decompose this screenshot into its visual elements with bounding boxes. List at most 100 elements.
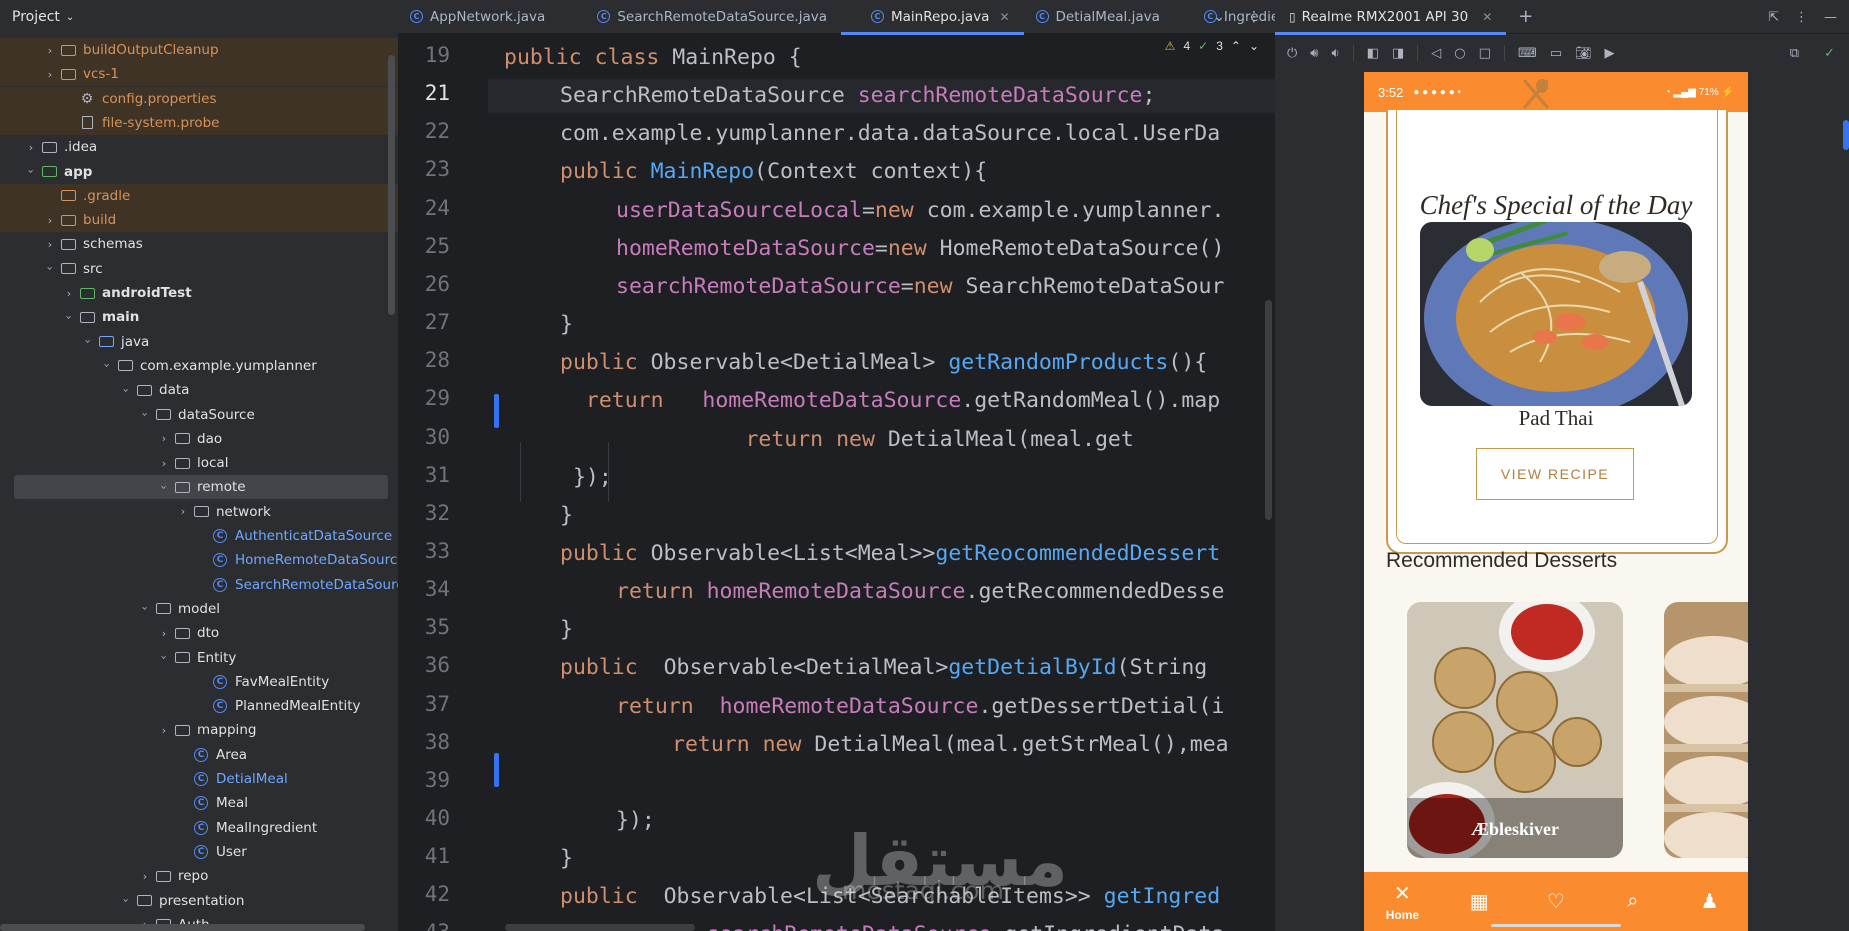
project-scrollbar[interactable] <box>388 55 395 315</box>
tree-item[interactable]: C PlannedMealEntity <box>0 694 398 718</box>
close-icon[interactable]: ✕ <box>1482 10 1492 24</box>
chevron-icon[interactable]: › <box>155 627 173 640</box>
home-icon[interactable]: ○ <box>1454 46 1465 61</box>
tree-item[interactable]: › app <box>0 160 398 184</box>
code-line[interactable]: public class MainRepo { <box>504 41 802 75</box>
tree-item[interactable]: › dao <box>0 427 398 451</box>
chevron-down-icon[interactable]: ⌄ <box>1249 39 1259 53</box>
code-line[interactable]: } <box>560 499 573 533</box>
chevron-icon[interactable]: › <box>155 724 173 737</box>
tree-item[interactable]: C Area <box>0 743 398 767</box>
tree-item[interactable]: C AuthenticatDataSource <box>0 524 398 548</box>
tree-item[interactable]: › .idea <box>0 135 398 159</box>
nav-search[interactable]: ⌕ <box>1594 890 1671 913</box>
screenshot-icon[interactable]: 📷︎ <box>1575 46 1592 61</box>
more-options-icon[interactable]: ⋮ <box>1247 9 1261 25</box>
tree-item[interactable]: C SearchRemoteDataSource <box>0 573 398 597</box>
chevron-icon[interactable]: › <box>136 870 154 883</box>
device-tab[interactable]: ▯ Realme RMX2001 API 30 ✕ <box>1275 0 1507 35</box>
code-line[interactable]: return new DetialMeal(meal.getStrMeal(),… <box>672 728 1229 762</box>
code-line[interactable]: public Observable<List<Meal>>getReocomme… <box>560 537 1220 571</box>
nav-plan[interactable]: ▦ <box>1441 889 1518 914</box>
volume-down-icon[interactable]: 🔉︎ <box>1332 46 1340 61</box>
chevron-icon[interactable]: › <box>139 600 152 618</box>
editor-tab[interactable]: C MainRepo.java ✕ <box>840 0 1024 35</box>
code-line[interactable]: return homeRemoteDataSource.getDessertDe… <box>616 690 1224 724</box>
open-external-icon[interactable]: ⇱ <box>1768 10 1779 25</box>
tree-item[interactable]: C User <box>0 840 398 864</box>
tree-item[interactable]: file-system.probe <box>0 110 398 135</box>
inspection-widget[interactable]: ⚠ 4 ✓ 3 ⌃ ⌄ <box>1165 39 1259 53</box>
tree-item[interactable]: › data <box>0 378 398 402</box>
chevron-icon[interactable]: › <box>63 308 76 326</box>
chevron-icon[interactable]: › <box>120 892 133 910</box>
tree-item[interactable]: › main <box>0 305 398 329</box>
code-line[interactable]: homeRemoteDataSource=new HomeRemoteDataS… <box>616 232 1224 266</box>
code-line[interactable]: public Observable<DetialMeal> getRandomP… <box>560 346 1207 380</box>
tree-item[interactable]: C HomeRemoteDataSource <box>0 548 398 572</box>
tabs-dropdown-icon[interactable]: ⌄ <box>1213 9 1225 25</box>
minimize-icon[interactable]: — <box>1824 10 1837 25</box>
tree-item[interactable]: C FavMealEntity <box>0 670 398 694</box>
chevron-icon[interactable]: › <box>155 432 173 445</box>
chevron-up-icon[interactable]: ⌃ <box>1231 39 1241 53</box>
code-line[interactable]: public Observable<DetialMeal>getDetialBy… <box>560 651 1220 685</box>
power-icon[interactable]: ⏻ <box>1287 46 1297 61</box>
tree-item[interactable]: › model <box>0 597 398 621</box>
more-options-icon[interactable]: ⋮ <box>1795 10 1808 25</box>
chevron-icon[interactable]: › <box>158 649 171 667</box>
tree-item[interactable]: › mapping <box>0 718 398 742</box>
editor-vertical-scrollbar[interactable] <box>1265 300 1272 520</box>
tree-item[interactable]: › androidTest <box>0 281 398 305</box>
chevron-icon[interactable]: › <box>139 406 152 424</box>
tree-item[interactable]: › dto <box>0 621 398 645</box>
rotate-right-icon[interactable]: ◨ <box>1392 46 1404 61</box>
code-line[interactable]: searchRemoteDataSource=new SearchRemoteD… <box>616 270 1224 304</box>
code-line[interactable]: }); <box>616 804 655 838</box>
editor-tab[interactable]: C DetialMeal.java <box>1024 0 1174 34</box>
volume-up-icon[interactable]: 🔊︎ <box>1310 46 1318 61</box>
mirror-input-icon[interactable]: ⌨ <box>1518 46 1537 61</box>
tree-item[interactable]: ⚙ config.properties <box>0 86 398 111</box>
code-line[interactable]: com.example.yumplanner.data.dataSource.l… <box>560 117 1220 151</box>
vcs-change-marker[interactable] <box>494 752 499 787</box>
tree-item[interactable]: › local <box>0 451 398 475</box>
chevron-icon[interactable]: › <box>22 141 40 154</box>
tree-item[interactable]: › com.example.yumplanner <box>0 354 398 378</box>
code-line[interactable]: return homeRemoteDataSource.getRandomMea… <box>560 384 1220 418</box>
device-scroll-indicator[interactable] <box>1843 120 1849 150</box>
code-line[interactable]: } <box>560 842 573 876</box>
code-editor[interactable]: 19 21 22 23 24 25 26 27 28 29 30 31 32 33 34 35 36 37 38 39… <box>398 35 1275 931</box>
chevron-icon[interactable]: › <box>41 68 59 81</box>
chevron-icon[interactable]: › <box>41 238 59 251</box>
project-horizontal-scrollbar[interactable] <box>0 924 365 931</box>
tree-item[interactable]: › repo <box>0 864 398 888</box>
tree-item[interactable]: › java <box>0 330 398 354</box>
chevron-icon[interactable]: › <box>174 505 192 518</box>
tree-item[interactable]: › network <box>0 500 398 524</box>
editor-tab[interactable]: C SearchRemoteDataSource.java <box>559 0 841 34</box>
tree-item[interactable]: › schemas <box>0 232 398 256</box>
close-icon[interactable]: ✕ <box>999 10 1009 24</box>
chevron-icon[interactable]: › <box>101 357 114 375</box>
nav-profile[interactable]: ♟ <box>1671 889 1748 914</box>
code-line[interactable]: return searchRemoteDataSource.getIngredi… <box>616 918 1224 931</box>
code-line[interactable]: } <box>560 613 573 647</box>
overview-icon[interactable]: □ <box>1479 46 1491 61</box>
tree-item[interactable]: › build <box>0 208 398 233</box>
code-line[interactable]: return homeRemoteDataSource.getRecommend… <box>616 575 1224 609</box>
chevron-icon[interactable]: › <box>41 214 59 227</box>
code-line[interactable]: public MainRepo(Context context){ <box>560 155 987 189</box>
tree-item[interactable]: C DetialMeal <box>0 767 398 791</box>
add-device-icon[interactable]: + <box>1518 6 1533 27</box>
nav-home[interactable]: ✕ Home <box>1364 881 1441 922</box>
code-line[interactable]: SearchRemoteDataSource searchRemoteDataS… <box>488 79 1275 114</box>
tree-item[interactable]: C MealIngredient <box>0 816 398 840</box>
project-view-selector[interactable]: Project ⌄ <box>0 0 398 34</box>
gesture-bar[interactable] <box>1491 924 1621 927</box>
editor-tab[interactable]: C AppNetwork.java <box>398 0 559 34</box>
tree-item[interactable]: › remote <box>14 475 388 500</box>
code-line[interactable]: return new DetialMeal(meal.get <box>616 423 1133 457</box>
device-manager-icon[interactable]: ⧉ <box>1790 46 1799 61</box>
chevron-icon[interactable]: › <box>120 381 133 399</box>
